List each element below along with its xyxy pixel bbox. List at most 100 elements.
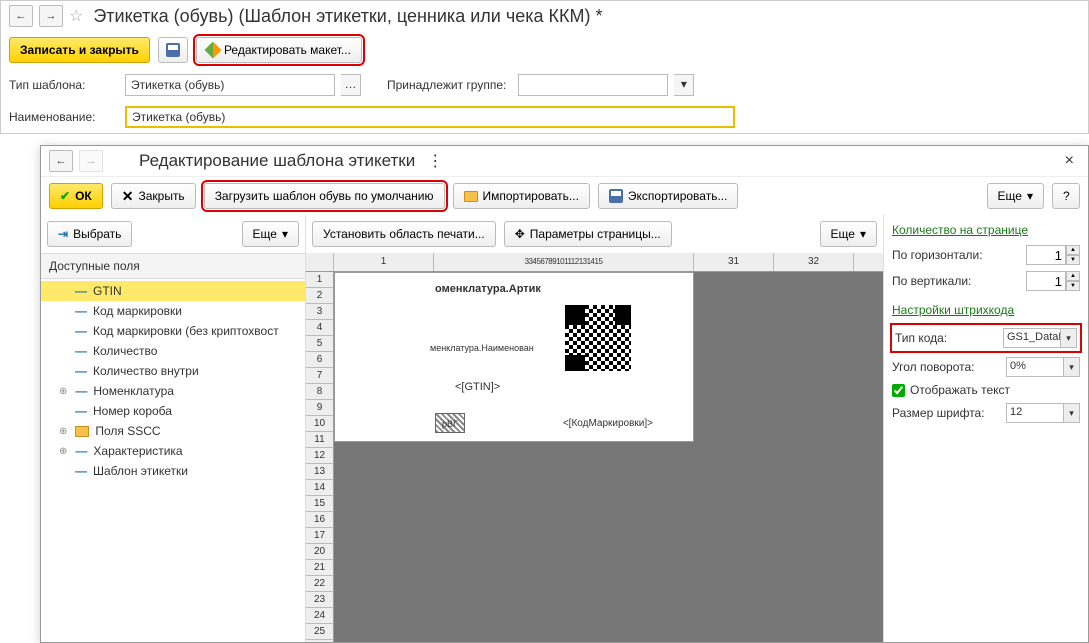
horiz-row: По горизонтали: ▲▼ [892, 245, 1080, 265]
vert-down[interactable]: ▼ [1066, 281, 1080, 291]
choose-button[interactable]: ⇥ Выбрать [47, 221, 132, 247]
child-toolbar: ✔ ОК ✕ Закрыть Загрузить шаблон обувь по… [41, 177, 1088, 215]
preview-gtin: <[GTIN]> [455, 381, 500, 393]
row-header: 12 [306, 448, 334, 464]
tree-item[interactable]: — Количество внутри [41, 361, 305, 381]
nav-back-button[interactable]: ← [9, 5, 33, 27]
close-button[interactable]: × [1059, 152, 1080, 170]
tree-item[interactable]: —Код маркировки [41, 301, 305, 321]
font-size-row: Размер шрифта: 12 ▾ [892, 403, 1080, 423]
set-print-area-button[interactable]: Установить область печати... [312, 221, 496, 247]
child-window: ← → Редактирование шаблона этикетки ⋮ × … [40, 145, 1089, 643]
left-more-button[interactable]: Еще ▾ [242, 221, 299, 247]
show-text-label: Отображать текст [910, 383, 1010, 397]
tree-item[interactable]: —Код маркировки (без криптохвост [41, 321, 305, 341]
fields-tree: —GTIN—Код маркировки—Код маркировки (без… [41, 279, 305, 642]
page-params-button[interactable]: ✥ Параметры страницы... [504, 221, 672, 247]
field-icon: — [75, 364, 87, 378]
import-button[interactable]: Импортировать... [453, 183, 590, 209]
code-type-select[interactable]: GS1_DataM ▾ [1003, 328, 1077, 348]
row-header: 20 [306, 544, 334, 560]
section-count: Количество на странице [892, 223, 1080, 237]
horiz-up[interactable]: ▲ [1066, 245, 1080, 255]
center-more-button[interactable]: Еще ▾ [820, 221, 877, 247]
tree-item[interactable]: —Номер короба [41, 401, 305, 421]
group-input[interactable] [518, 74, 668, 96]
group-label: Принадлежит группе: [387, 78, 506, 92]
tree-item-label: Количество [93, 344, 157, 358]
font-size-select[interactable]: 12 ▾ [1006, 403, 1080, 423]
row-header: 13 [306, 464, 334, 480]
window-title: Этикетка (обувь) (Шаблон этикетки, ценни… [93, 6, 602, 27]
template-type-ellipsis[interactable]: … [341, 74, 361, 96]
child-nav-forward: → [79, 150, 103, 172]
vert-up[interactable]: ▲ [1066, 271, 1080, 281]
folder-open-icon [464, 191, 478, 202]
row-header: 24 [306, 608, 334, 624]
chevron-down-icon-2[interactable]: ▾ [1064, 357, 1080, 377]
more-menu-icon[interactable]: ⋮ [421, 151, 449, 171]
field-icon: — [75, 464, 87, 478]
row-header: 6 [306, 352, 334, 368]
vert-spinner[interactable]: ▲▼ [1026, 271, 1080, 291]
disk-icon-2 [609, 189, 623, 203]
name-input[interactable]: Этикетка (обувь) [125, 106, 735, 128]
label-preview: оменклатура.Артик менклатура.Наименован … [334, 272, 694, 442]
vert-label: По вертикали: [892, 274, 1022, 288]
row-header: 17 [306, 528, 334, 544]
folder-icon [75, 426, 89, 437]
save-close-button[interactable]: Записать и закрыть [9, 37, 150, 63]
tree-item[interactable]: —Количество [41, 341, 305, 361]
export-button[interactable]: Экспортировать... [598, 183, 739, 209]
sheet-area: оменклатура.Артик менклатура.Наименован … [334, 272, 883, 642]
row-header: 22 [306, 576, 334, 592]
horiz-spinner[interactable]: ▲▼ [1026, 245, 1080, 265]
more-button-top[interactable]: Еще ▾ [987, 183, 1044, 209]
fields-header: Доступные поля [41, 253, 305, 279]
tree-item-label: Количество внутри [93, 364, 199, 378]
vert-row: По вертикали: ▲▼ [892, 271, 1080, 291]
tree-item-label: GTIN [93, 284, 122, 298]
name-label: Наименование: [9, 110, 119, 124]
code-type-row: Тип кода: GS1_DataM ▾ [892, 325, 1080, 351]
edit-layout-button[interactable]: Редактировать макет... [196, 37, 362, 63]
main-window: ← → ☆ Этикетка (обувь) (Шаблон этикетки,… [0, 0, 1089, 134]
tree-item-label: Код маркировки (без криптохвост [93, 324, 279, 338]
angle-select[interactable]: 0% ▾ [1006, 357, 1080, 377]
row-header: 15 [306, 496, 334, 512]
row-header: 23 [306, 592, 334, 608]
resize-icon: ✥ [515, 227, 525, 241]
help-button[interactable]: ? [1052, 183, 1080, 209]
spreadsheet-grid[interactable]: 1 33456789101112131415 31 32 12345678910… [306, 253, 883, 642]
tree-item[interactable]: —Номенклатура [41, 381, 305, 401]
vert-input[interactable] [1026, 271, 1066, 291]
child-nav-back[interactable]: ← [49, 150, 73, 172]
row-header: 3 [306, 304, 334, 320]
show-text-checkbox[interactable] [892, 384, 905, 397]
row-header: 26 [306, 640, 334, 642]
ok-button[interactable]: ✔ ОК [49, 183, 103, 209]
nav-forward-button[interactable]: → [39, 5, 63, 27]
tree-item[interactable]: —Характеристика [41, 441, 305, 461]
template-type-input[interactable]: Этикетка (обувь) [125, 74, 335, 96]
chevron-down-icon-3[interactable]: ▾ [1064, 403, 1080, 423]
chevron-down-icon[interactable]: ▾ [1061, 328, 1077, 348]
group-dropdown[interactable]: ▾ [674, 74, 694, 96]
check-icon: ✔ [60, 189, 70, 203]
tree-item[interactable]: Поля SSCC [41, 421, 305, 441]
preview-hatch: рВГ [435, 413, 465, 433]
save-button[interactable] [158, 37, 188, 63]
load-default-button[interactable]: Загрузить шаблон обувь по умолчанию [204, 183, 445, 209]
favorite-icon[interactable]: ☆ [69, 6, 83, 26]
preview-name: менклатура.Наименован [430, 343, 534, 353]
name-row: Наименование: Этикетка (обувь) [1, 101, 1088, 133]
row-header: 25 [306, 624, 334, 640]
close-button-2[interactable]: ✕ Закрыть [111, 183, 196, 209]
horiz-input[interactable] [1026, 245, 1066, 265]
tree-item[interactable]: —Шаблон этикетки [41, 461, 305, 481]
tree-item[interactable]: —GTIN [41, 281, 305, 301]
row-header: 9 [306, 400, 334, 416]
row-header: 5 [306, 336, 334, 352]
left-panel: ⇥ Выбрать Еще ▾ Доступные поля —GTIN—Код… [41, 215, 306, 642]
horiz-down[interactable]: ▼ [1066, 255, 1080, 265]
